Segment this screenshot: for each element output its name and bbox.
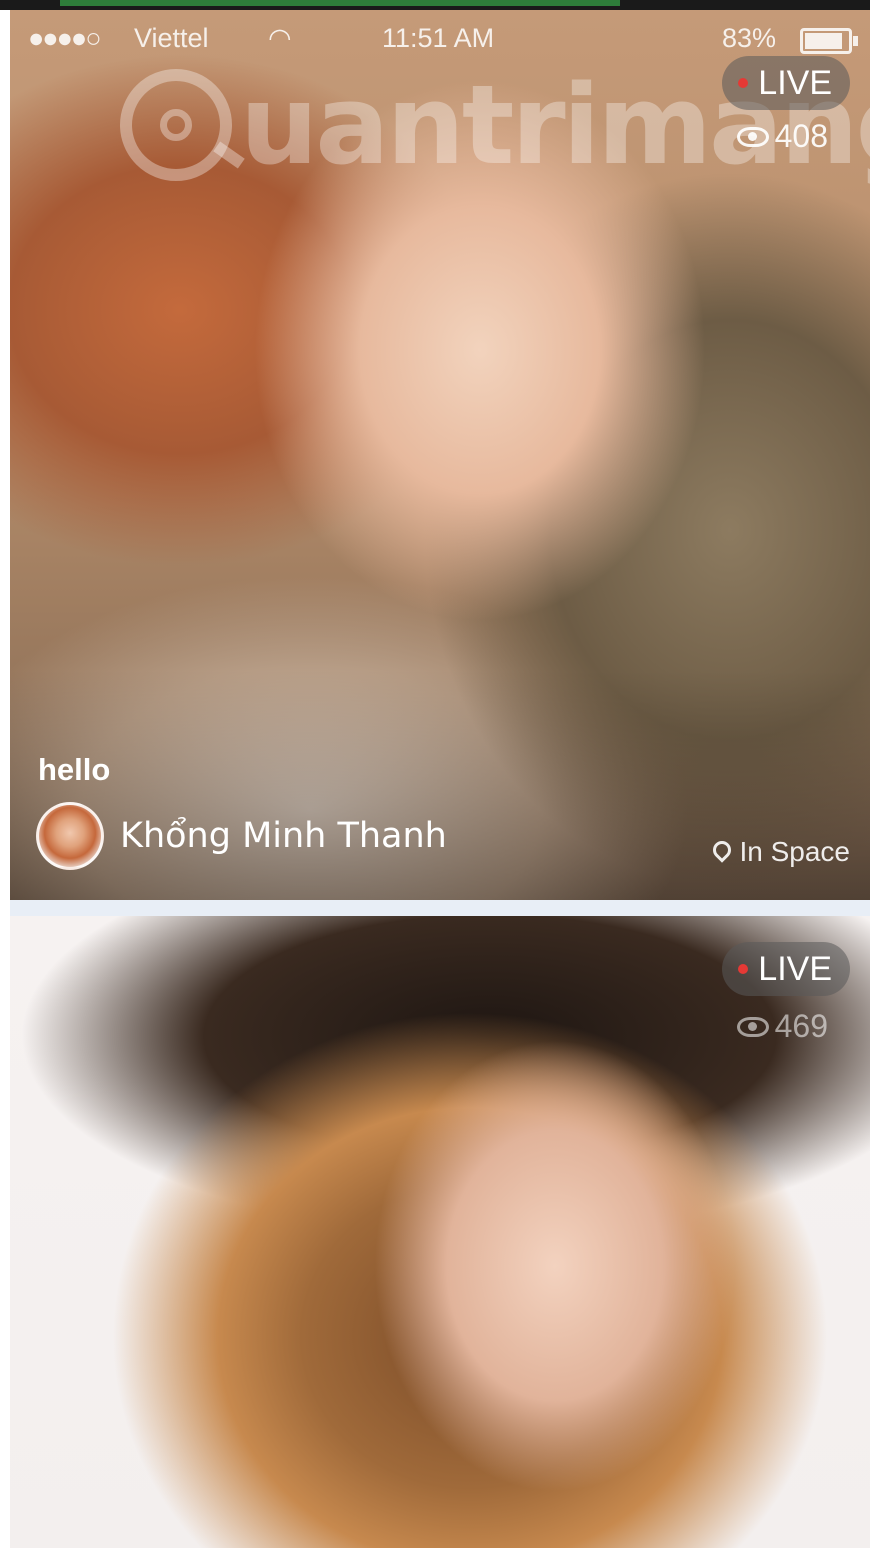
live-dot-icon [738,78,749,88]
top-edge [0,0,870,10]
viewer-count-value: 408 [774,118,828,154]
viewer-count: 469 [736,1008,828,1045]
eye-icon [736,126,769,147]
watermark-logo-icon [120,69,245,181]
live-badge: LIVE [722,56,850,110]
top-accent-bar [60,0,620,6]
location-pin-icon [709,837,736,863]
live-dot-icon [738,964,749,974]
streamer-name[interactable]: Khổng Minh Thanh [120,816,447,856]
live-stream-card[interactable]: LIVE 469 [10,916,870,1548]
location-label: In Space [739,836,850,867]
feed-divider [10,900,870,916]
stream-location: In Space [709,836,850,868]
wifi-icon: ◠ [268,23,292,53]
status-time: 11:51 AM [382,23,495,53]
live-label: LIVE [758,63,832,102]
status-bar: ●●●●○ Viettel ◠ 11:51 AM 83% [22,18,862,58]
battery-icon [800,28,858,54]
avatar[interactable] [36,802,104,870]
signal-strength-icon: ●●●●○ [28,23,102,53]
stream-caption: hello [38,752,111,787]
carrier-name: Viettel [134,23,209,53]
live-stream-card[interactable]: uantrimang LIVE 408 hello Khổng Minh Tha… [10,10,870,900]
eye-icon [736,1016,769,1037]
battery-percentage: 83% [722,23,777,53]
viewer-count: 408 [736,118,828,155]
viewer-count-value: 469 [774,1008,828,1044]
live-label: LIVE [758,949,832,988]
streamer-info[interactable]: Khổng Minh Thanh [36,802,447,870]
live-badge: LIVE [722,942,850,996]
